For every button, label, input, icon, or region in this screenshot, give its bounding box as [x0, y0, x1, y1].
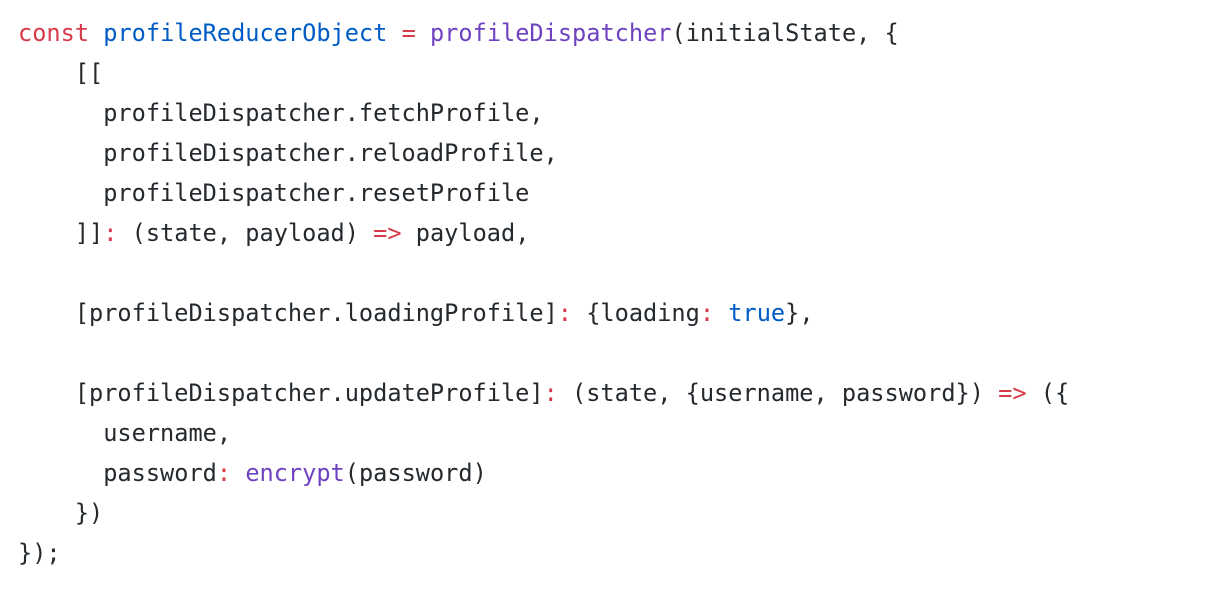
code-token: (state, payload)	[117, 219, 374, 247]
code-line: })	[18, 493, 1069, 533]
code-token: profileDispatcher.reloadProfile,	[18, 139, 558, 167]
code-line: [[	[18, 53, 1069, 93]
code-line: });	[18, 533, 1069, 573]
code-block: const profileReducerObject = profileDisp…	[18, 13, 1069, 573]
code-token: profileReducerObject	[103, 19, 388, 47]
code-token: profileDispatcher	[430, 19, 672, 47]
code-line: const profileReducerObject = profileDisp…	[18, 13, 1069, 53]
code-token: const	[18, 19, 90, 47]
code-line: profileDispatcher.fetchProfile,	[18, 93, 1069, 133]
code-token: ]]	[18, 219, 104, 247]
code-token: =>	[373, 219, 402, 247]
code-token: });	[18, 539, 61, 567]
code-token: (initialState, {	[671, 19, 899, 47]
code-token: true	[728, 299, 786, 327]
code-line: ]]: (state, payload) => payload,	[18, 213, 1069, 253]
code-token: [profileDispatcher.loadingProfile]	[18, 299, 558, 327]
code-line: password: encrypt(password)	[18, 453, 1069, 493]
code-token: (password)	[344, 459, 487, 487]
code-line: username,	[18, 413, 1069, 453]
code-token: :	[216, 459, 232, 487]
code-token: :	[103, 219, 118, 247]
code-line: [profileDispatcher.loadingProfile]: {loa…	[18, 293, 1069, 333]
code-token: })	[18, 499, 104, 527]
code-token: ({	[1026, 379, 1070, 407]
code-token: },	[785, 299, 814, 327]
code-token: profileDispatcher.resetProfile	[18, 179, 530, 207]
code-token: :	[543, 379, 558, 407]
code-token: =>	[998, 379, 1027, 407]
code-line: profileDispatcher.reloadProfile,	[18, 133, 1069, 173]
code-token: profileDispatcher.fetchProfile,	[18, 99, 544, 127]
code-token: (state, {username, password})	[557, 379, 999, 407]
code-line: profileDispatcher.resetProfile	[18, 173, 1069, 213]
code-token: username,	[18, 419, 232, 447]
code-token: payload,	[401, 219, 530, 247]
code-line: [profileDispatcher.updateProfile]: (stat…	[18, 373, 1069, 413]
code-token: password	[18, 459, 217, 487]
code-token: [profileDispatcher.updateProfile]	[18, 379, 544, 407]
code-token: =	[401, 19, 416, 47]
code-token: :	[699, 299, 715, 327]
code-token: :	[557, 299, 572, 327]
code-token: encrypt	[245, 459, 345, 487]
code-token: {loading	[572, 299, 700, 327]
code-token: [[	[18, 59, 104, 87]
